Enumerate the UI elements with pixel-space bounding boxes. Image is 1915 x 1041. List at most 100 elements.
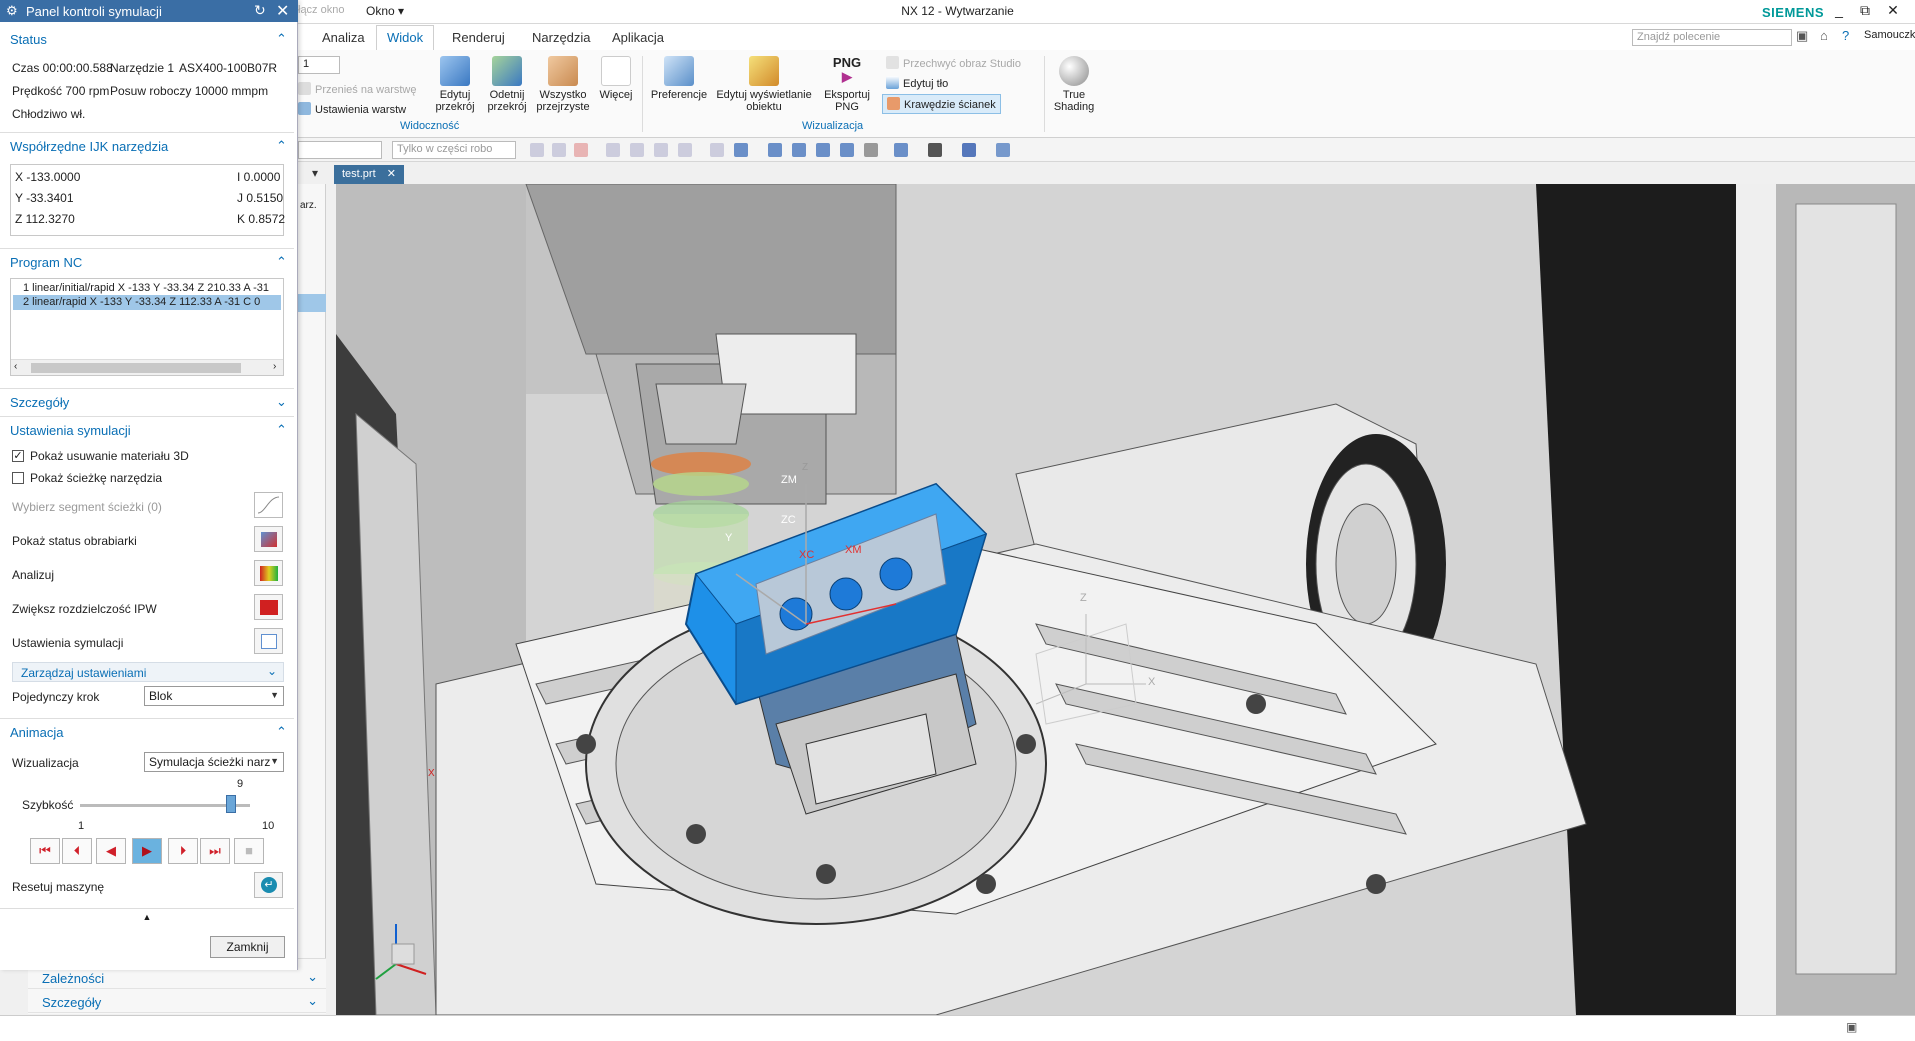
increase-ipw-button[interactable] (254, 594, 283, 620)
section-status[interactable]: Status ⌃ (0, 26, 294, 52)
graphics-window[interactable]: ZM ZC XC XM Y Z Z X X (336, 184, 1915, 1015)
section-nc-program[interactable]: Program NC ⌃ (0, 248, 294, 274)
nc-line[interactable]: 1 linear/initial/rapid X -133 Y -33.34 Z… (23, 282, 269, 294)
close-button[interactable]: Zamknij (210, 936, 285, 958)
section-simulation-settings[interactable]: Ustawienia symulacji ⌃ (0, 416, 294, 442)
type-filter-select[interactable] (298, 141, 382, 159)
nc-program-list[interactable]: 1 linear/initial/rapid X -133 Y -33.34 Z… (10, 278, 284, 376)
command-search-input[interactable]: Znajdź polecenie (1632, 29, 1792, 46)
render-style-icon[interactable] (928, 143, 942, 157)
simulation-settings-button[interactable] (254, 628, 283, 654)
display-icon[interactable] (996, 143, 1010, 157)
all-transparent-button[interactable]: Wszystko przejrzyste (532, 56, 594, 113)
cube-icon[interactable] (734, 143, 748, 157)
axis-label-xm: XM (845, 544, 862, 556)
selection-add-icon[interactable] (574, 143, 588, 157)
show-material-removal-checkbox[interactable]: ✓ (12, 450, 24, 462)
navigator-details[interactable]: Szczegóły ⌄ (28, 991, 326, 1013)
rectangle-select-icon[interactable] (678, 143, 692, 157)
single-step-select[interactable]: Blok ▼ (144, 686, 284, 706)
play-forward-button[interactable]: ▶ (132, 838, 162, 864)
edit-background-button[interactable]: Edytuj tło (886, 76, 948, 90)
user-account[interactable]: Samouczki (1864, 29, 1915, 41)
orient-icon[interactable] (864, 143, 878, 157)
help-icon[interactable]: ? (1842, 28, 1849, 43)
clip-section-button[interactable]: Odetnij przekrój (482, 56, 532, 113)
close-window-button[interactable]: ✕ (1880, 2, 1906, 22)
zoom-icon[interactable] (792, 143, 806, 157)
view-orient-icon[interactable] (894, 143, 908, 157)
home-icon[interactable]: ⌂ (1820, 28, 1828, 43)
speed-slider-thumb[interactable] (226, 795, 237, 813)
pick-icon[interactable] (654, 143, 668, 157)
window-layout-icon[interactable]: ▣ (1796, 28, 1808, 44)
snap-icon[interactable] (530, 143, 544, 157)
edit-object-display-button[interactable]: Edytuj wyświetlanie obiektu (712, 56, 816, 113)
tab-narzedzia[interactable]: Narzędzia (524, 28, 599, 47)
face-edges-toggle[interactable]: Krawędzie ścianek (882, 94, 1001, 114)
capture-studio-image-button: Przechwyć obraz Studio (886, 56, 1021, 70)
fit-view-icon[interactable] (768, 143, 782, 157)
chevron-up-icon: ⌃ (276, 254, 287, 269)
tab-aplikacja[interactable]: Aplikacja (604, 28, 672, 47)
tab-scroll-icon[interactable]: ▾ (312, 166, 318, 180)
restore-button[interactable]: ⧉ (1852, 2, 1878, 22)
export-png-button[interactable]: PNG ▶ Eksportuj PNG (818, 56, 876, 114)
section-ijk-coordinates[interactable]: Współrzędne IJK narzędzia ⌃ (0, 132, 294, 158)
play-reverse-button[interactable]: ◀ (96, 838, 126, 864)
pick-icon[interactable] (606, 143, 620, 157)
window-menu[interactable]: Okno ▾ (366, 4, 404, 18)
tab-analiza[interactable]: Analiza (314, 28, 373, 47)
horizontal-scrollbar[interactable]: ‹ › (11, 359, 283, 375)
shaded-icon[interactable] (962, 143, 976, 157)
navigator-dependencies[interactable]: Zależności ⌄ (28, 967, 326, 989)
tab-renderuj[interactable]: Renderuj (444, 28, 513, 47)
machine-scene (336, 184, 1915, 1015)
go-to-end-button[interactable]: ⏭ (200, 838, 230, 864)
visualization-select[interactable]: Symulacja ścieżki narz ▼ (144, 752, 284, 772)
true-shading-button[interactable]: True Shading (1050, 56, 1098, 113)
pan-icon[interactable] (840, 143, 854, 157)
snap-icon[interactable] (552, 143, 566, 157)
more-visibility-button[interactable]: Więcej (596, 56, 636, 101)
reset-dialog-icon[interactable]: ↻ (254, 2, 266, 19)
pick-icon[interactable] (630, 143, 644, 157)
tab-test-prt[interactable]: test.prt ✕ (334, 165, 404, 184)
section-details[interactable]: Szczegóły ⌄ (0, 388, 294, 414)
rotate-icon[interactable] (816, 143, 830, 157)
go-to-start-button[interactable]: ⏮ (30, 838, 60, 864)
nc-line-selected[interactable]: 2 linear/rapid X -133 Y -33.34 Z 112.33 … (13, 295, 281, 310)
fullscreen-icon[interactable]: ▣ (1846, 1020, 1857, 1034)
analyze-button[interactable] (254, 560, 283, 586)
stop-button[interactable]: ■ (234, 838, 264, 864)
tab-widok[interactable]: Widok (376, 25, 435, 51)
speed-slider-track[interactable] (80, 804, 250, 807)
preferences-button[interactable]: Preferencje (648, 56, 710, 101)
scrollbar-thumb[interactable] (31, 363, 241, 373)
close-icon[interactable]: ✕ (276, 1, 289, 21)
navigator-selected-row[interactable] (298, 294, 326, 312)
close-tab-icon[interactable]: ✕ (387, 168, 396, 180)
lasso-icon[interactable] (710, 143, 724, 157)
edit-section-button[interactable]: Edytuj przekrój (428, 56, 482, 113)
minimize-button[interactable]: _ (1826, 2, 1852, 22)
manage-settings-group[interactable]: Zarządzaj ustawieniami ⌄ (12, 662, 284, 682)
scope-filter-select[interactable]: Tylko w części robo (392, 141, 516, 159)
machine-status-button[interactable] (254, 526, 283, 552)
quick-access-item[interactable]: łącz okno (298, 4, 344, 16)
collapse-panel-button[interactable]: ▲ (0, 908, 294, 926)
show-tool-path-checkbox[interactable] (12, 472, 24, 484)
step-back-button[interactable]: ⏴ (62, 838, 92, 864)
step-forward-button[interactable]: ⏵ (168, 838, 198, 864)
layer-settings-button[interactable]: Ustawienia warstw (298, 102, 406, 116)
chevron-left-icon[interactable]: ‹ (14, 361, 17, 372)
ipw-icon (260, 600, 278, 615)
chevron-down-icon: ⌄ (307, 993, 318, 1008)
chevron-right-icon[interactable]: › (273, 361, 276, 372)
gear-icon[interactable]: ⚙ (6, 3, 18, 19)
group-label-visibility: Widoczność (400, 120, 460, 132)
speed-min-label: 1 (78, 820, 85, 832)
layer-combo[interactable]: 1 (298, 56, 340, 74)
reset-machine-button[interactable]: ↵ (254, 872, 283, 898)
section-animation[interactable]: Animacja ⌃ (0, 718, 294, 744)
